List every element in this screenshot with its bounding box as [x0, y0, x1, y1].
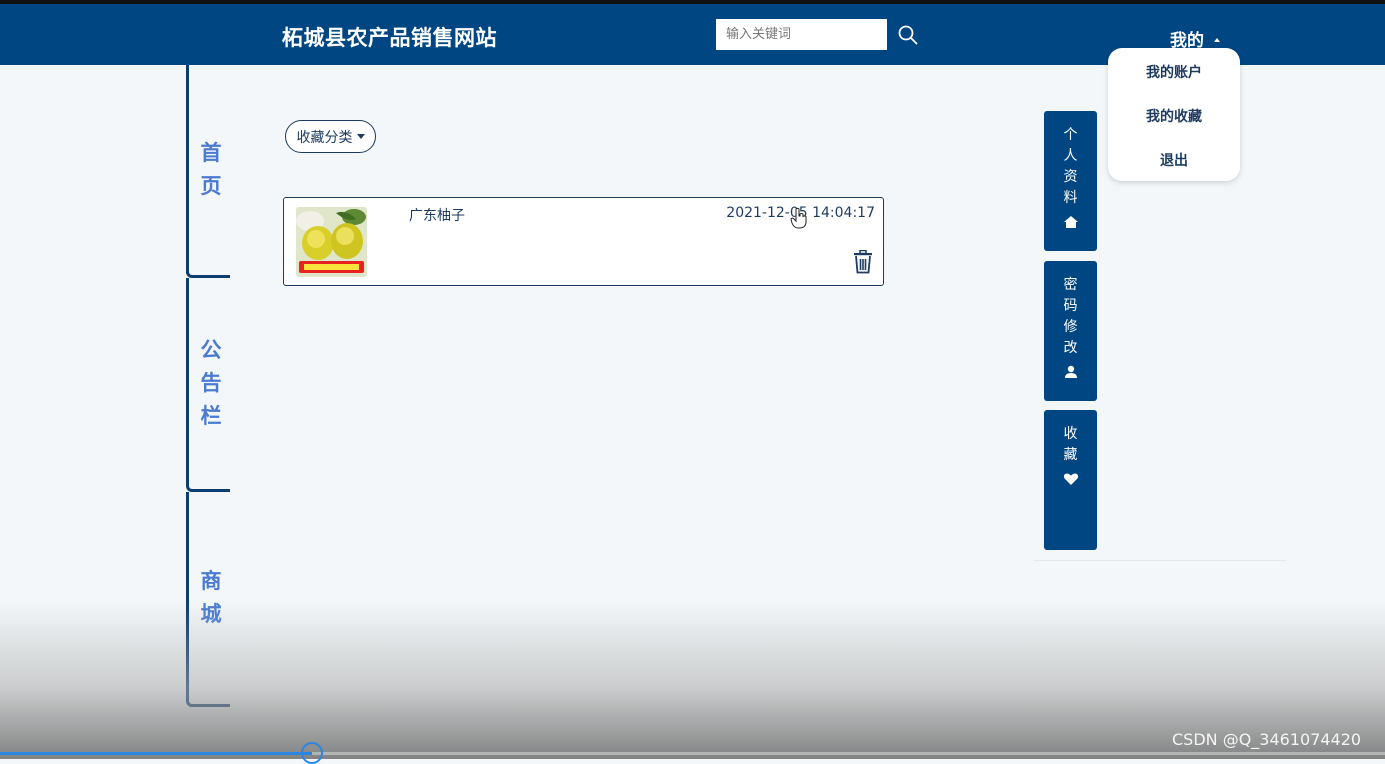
- heart-icon: [1063, 473, 1079, 485]
- side-panel-favorites-label: 收 藏: [1063, 426, 1078, 463]
- nav-item-home[interactable]: 首 页: [198, 137, 224, 203]
- nav-item-notice-board[interactable]: 公 告 栏: [198, 334, 224, 433]
- search-icon[interactable]: [897, 24, 919, 46]
- left-nav: 首 页 公 告 栏 商 城: [186, 65, 234, 707]
- nav-item-mall[interactable]: 商 城: [198, 565, 224, 631]
- account-dropdown: 我的账户 我的收藏 退出: [1108, 48, 1240, 181]
- trash-icon[interactable]: [853, 250, 873, 274]
- caret-down-icon: [356, 134, 365, 139]
- video-progress-bar[interactable]: [0, 752, 1385, 755]
- watermark: CSDN @Q_3461074420: [1172, 730, 1362, 749]
- home-icon: [1064, 216, 1078, 228]
- video-progress-fill: [0, 752, 312, 755]
- side-panel-divider: [1034, 560, 1286, 561]
- favorite-category-label: 收藏分类: [296, 129, 353, 146]
- side-panel-change-password[interactable]: 密 码 修 改: [1044, 261, 1097, 401]
- favorite-category-button[interactable]: 收藏分类: [285, 120, 376, 153]
- favorite-item-name[interactable]: 广东柚子: [409, 205, 465, 225]
- dropdown-item-logout[interactable]: 退出: [1108, 150, 1240, 170]
- side-panel-favorites[interactable]: 收 藏: [1044, 410, 1097, 550]
- side-panel-profile[interactable]: 个 人 资 料: [1044, 111, 1097, 251]
- dropdown-item-my-favorites[interactable]: 我的收藏: [1108, 106, 1240, 126]
- side-panel-profile-label: 个 人 资 料: [1063, 127, 1078, 206]
- caret-up-icon: [1214, 37, 1220, 42]
- search-input[interactable]: [716, 19, 887, 50]
- video-progress-handle[interactable]: [301, 742, 323, 764]
- site-title[interactable]: 柘城县农产品销售网站: [282, 22, 497, 52]
- user-icon: [1065, 365, 1077, 378]
- product-thumbnail[interactable]: [296, 207, 367, 277]
- hand-cursor-icon: [790, 207, 807, 229]
- dropdown-item-my-account[interactable]: 我的账户: [1108, 62, 1240, 82]
- side-panel-change-password-label: 密 码 修 改: [1063, 277, 1078, 356]
